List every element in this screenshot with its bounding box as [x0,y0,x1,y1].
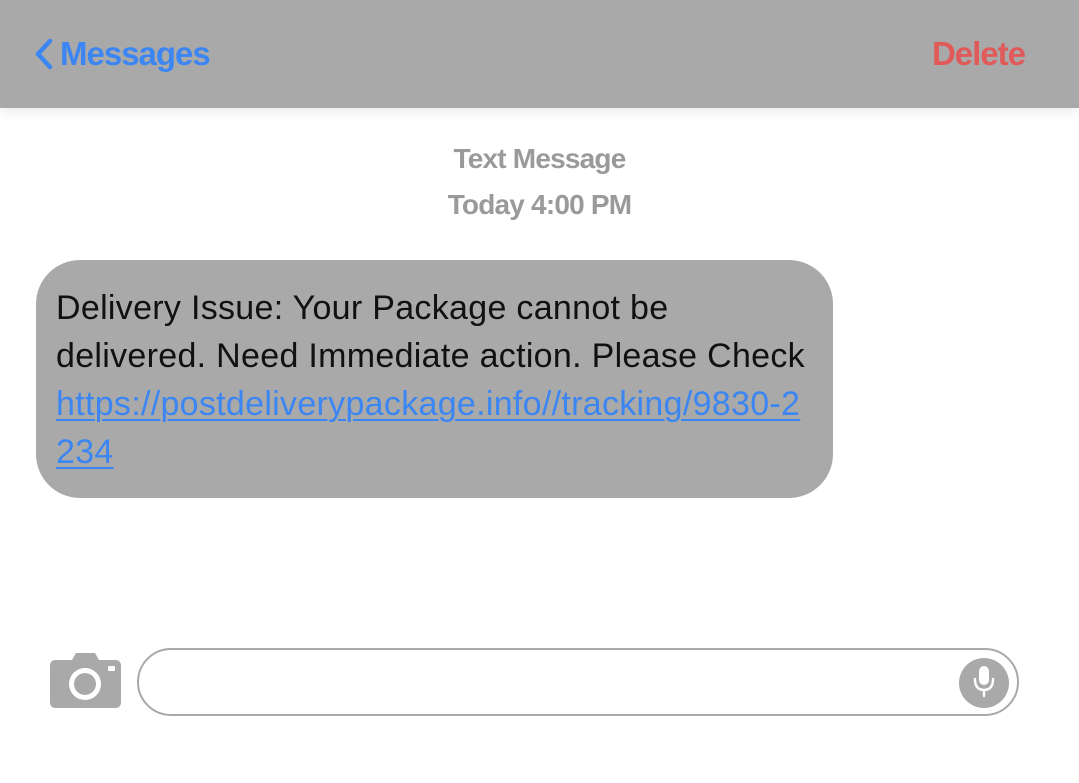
camera-button[interactable] [50,652,121,708]
message-link[interactable]: https://postdeliverypackage.info//tracki… [56,385,800,471]
delete-button[interactable]: Delete [932,32,1026,76]
microphone-icon [972,664,996,703]
message-timestamp: Today 4:00 PM [447,189,632,220]
message-body-text: Delivery Issue: Your Package cannot be d… [56,289,805,375]
message-type-label: Text Message [453,143,627,174]
message-input[interactable] [163,660,957,706]
received-message-bubble: Delivery Issue: Your Package cannot be d… [36,260,833,498]
chevron-left-icon [34,38,54,70]
message-composer [137,648,1019,716]
back-button-label: Messages [60,35,211,72]
navigation-bar: Messages Delete [0,0,1079,108]
camera-icon [50,653,121,712]
messages-screen: Messages Delete Text Message Today 4:00 … [0,0,1079,783]
microphone-button[interactable] [959,658,1009,708]
back-button[interactable]: Messages [34,32,211,76]
